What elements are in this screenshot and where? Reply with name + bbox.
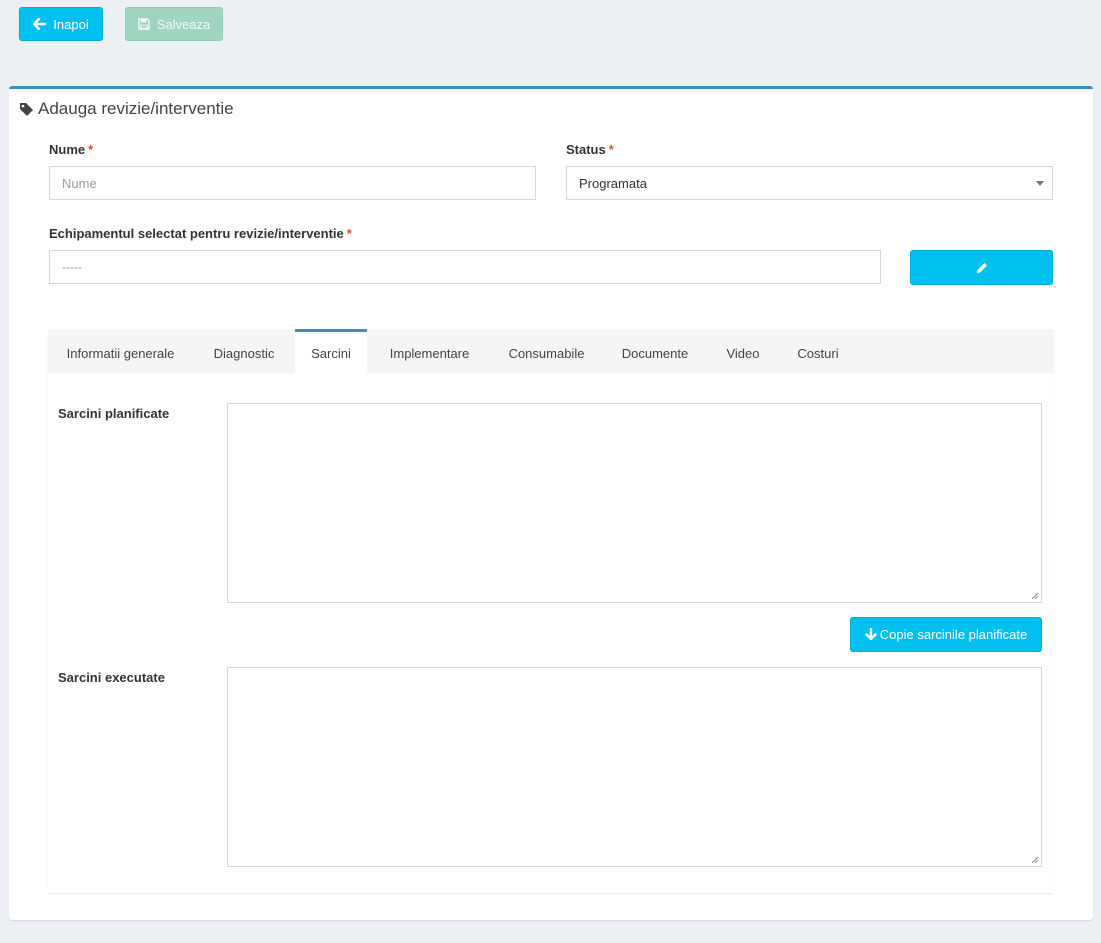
status-select[interactable]: Programata [566, 166, 1053, 200]
back-button[interactable]: Inapoi [19, 7, 103, 41]
tab-costuri[interactable]: Costuri [777, 329, 859, 373]
sarcini-planificate-label: Sarcini planificate [58, 406, 170, 421]
save-button-label: Salveaza [156, 16, 211, 32]
resize-grip-icon[interactable] [1031, 592, 1039, 600]
box-title: Adauga revizie/interventie [38, 99, 234, 118]
tag-icon [20, 102, 33, 116]
tab-bar: Informatii generale Diagnostic Sarcini I… [48, 329, 1053, 373]
back-button-label: Inapoi [53, 16, 89, 32]
nume-input[interactable]: Nume [49, 166, 536, 200]
tab-sarcini[interactable]: Sarcini [295, 329, 367, 373]
required-mark: * [608, 142, 614, 157]
save-button[interactable]: Salveaza [125, 7, 223, 41]
copy-button-label: Copie sarcinile planificate [879, 627, 1028, 642]
caret-down-icon [1036, 181, 1044, 186]
arrow-down-icon [865, 628, 877, 641]
echipament-value: ----- [62, 260, 82, 274]
echipament-label-text: Echipamentul selectat pentru revizie/int… [49, 226, 344, 241]
status-label-text: Status [566, 142, 606, 157]
sarcini-executate-label: Sarcini executate [58, 670, 165, 685]
status-label: Status * [566, 142, 614, 157]
required-mark: * [88, 142, 94, 157]
nume-label: Nume * [49, 142, 93, 157]
tabs-container: Informatii generale Diagnostic Sarcini I… [48, 329, 1053, 893]
echipament-label: Echipamentul selectat pentru revizie/int… [49, 226, 352, 241]
tab-consumabile[interactable]: Consumabile [492, 329, 601, 373]
tab-informatii-generale[interactable]: Informatii generale [48, 329, 193, 373]
status-selected-value: Programata [579, 175, 647, 191]
tab-video[interactable]: Video [709, 329, 777, 373]
echipament-field[interactable]: ----- [49, 250, 881, 284]
pencil-icon [976, 262, 987, 273]
edit-equipment-button[interactable] [910, 250, 1053, 285]
floppy-disk-icon [138, 18, 150, 30]
nume-label-text: Nume [49, 142, 86, 157]
box-header: Adauga revizie/interventie [19, 99, 234, 119]
sarcini-planificate-textarea[interactable] [227, 403, 1042, 603]
form-box: Adauga revizie/interventie Nume * Nume St… [9, 86, 1093, 920]
resize-grip-icon[interactable] [1031, 856, 1039, 864]
tab-implementare[interactable]: Implementare [367, 329, 492, 373]
tab-documente[interactable]: Documente [601, 329, 709, 373]
copy-planned-tasks-button[interactable]: Copie sarcinile planificate [850, 617, 1042, 652]
tab-diagnostic[interactable]: Diagnostic [193, 329, 295, 373]
required-mark: * [346, 226, 352, 241]
sarcini-executate-textarea[interactable] [227, 667, 1042, 867]
nume-placeholder: Nume [62, 175, 97, 191]
arrow-left-icon [33, 18, 47, 30]
